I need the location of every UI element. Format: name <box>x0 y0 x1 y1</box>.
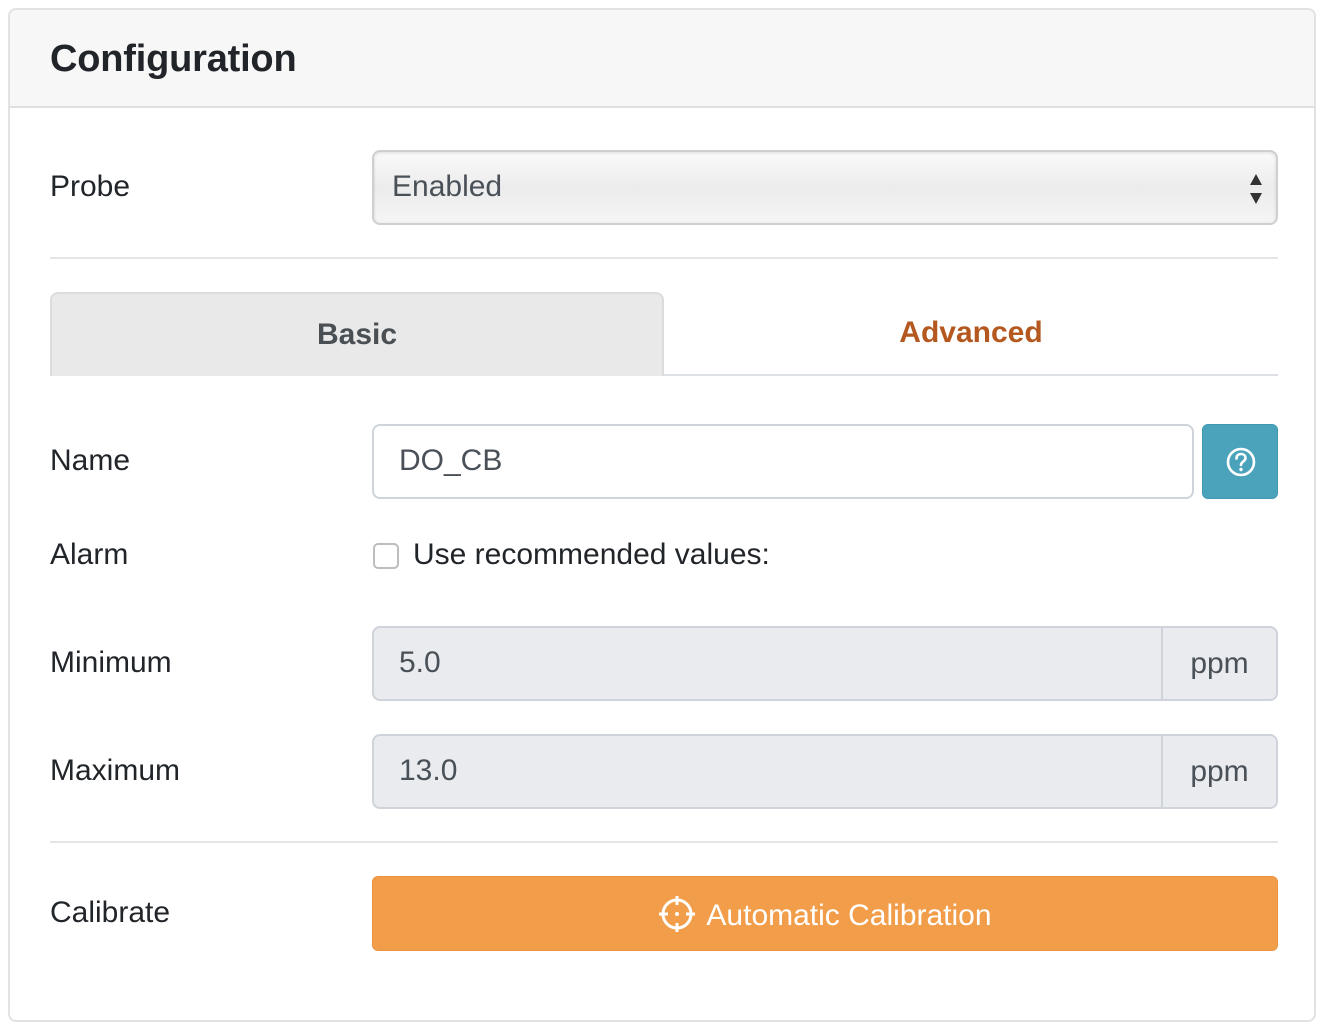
probe-select-value: Enabled <box>392 170 503 203</box>
automatic-calibration-button[interactable]: Automatic Calibration <box>372 876 1278 951</box>
calibrate-label: Calibrate <box>50 896 171 929</box>
configuration-card: Configuration Probe Enabled Basic Advanc… <box>8 8 1316 1022</box>
card-header: Configuration <box>10 10 1314 108</box>
select-arrows-icon <box>1250 174 1262 204</box>
name-label: Name <box>50 444 131 477</box>
probe-label: Probe <box>50 170 131 203</box>
minimum-value: 5.0 <box>399 646 441 679</box>
tab-advanced[interactable]: Advanced <box>664 292 1278 376</box>
maximum-unit: ppm <box>1161 736 1276 807</box>
question-circle-icon <box>1226 447 1256 477</box>
tab-basic[interactable]: Basic <box>50 292 664 376</box>
divider-bottom <box>50 841 1278 843</box>
use-recommended-label: Use recommended values: <box>413 538 770 571</box>
maximum-value: 13.0 <box>399 754 458 787</box>
minimum-unit: ppm <box>1161 628 1276 699</box>
help-button[interactable] <box>1202 424 1278 499</box>
config-tabs: Basic Advanced <box>50 292 1278 376</box>
calibration-button-content: Automatic Calibration <box>373 895 1277 933</box>
use-recommended-checkbox[interactable] <box>373 543 399 569</box>
card-title: Configuration <box>50 38 297 80</box>
crosshairs-icon <box>659 896 696 932</box>
divider-top <box>50 257 1278 259</box>
name-input-value: DO_CB <box>399 444 503 477</box>
minimum-input-group[interactable]: 5.0 ppm <box>372 626 1278 701</box>
alarm-label: Alarm <box>50 538 129 571</box>
minimum-label: Minimum <box>50 646 172 679</box>
maximum-label: Maximum <box>50 754 181 787</box>
name-input[interactable]: DO_CB <box>372 424 1194 499</box>
automatic-calibration-label: Automatic Calibration <box>706 899 992 932</box>
probe-select[interactable]: Enabled <box>372 150 1278 225</box>
maximum-input-group[interactable]: 13.0 ppm <box>372 734 1278 809</box>
